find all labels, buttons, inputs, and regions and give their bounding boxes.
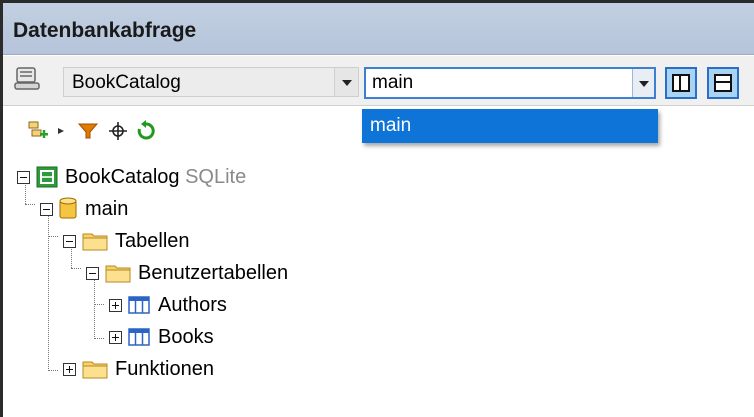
tree-node-label: main <box>85 198 129 220</box>
layout-split-horizontal-icon <box>714 74 732 92</box>
tree-node-label: Benutzertabellen <box>138 262 289 284</box>
tree-node-tables[interactable]: Tabellen <box>3 227 263 257</box>
schema-icon <box>59 197 77 219</box>
connection-toolbar: BookCatalog main <box>3 56 754 106</box>
tree-node-label: Authors <box>158 294 227 316</box>
folder-icon <box>82 361 108 379</box>
sqlite-connection-icon <box>36 166 58 188</box>
tree-node-user-tables[interactable]: Benutzertabellen <box>3 259 343 289</box>
table-icon <box>128 328 150 346</box>
database-tree: BookCatalog SQLite main Tabellen Benutze… <box>3 155 754 417</box>
tree-node-authors[interactable]: Authors <box>3 291 283 321</box>
layout-horizontal-button[interactable] <box>707 67 739 99</box>
chevron-down-icon[interactable] <box>334 68 358 96</box>
expand-icon[interactable] <box>109 299 122 312</box>
tree-node-label: BookCatalog SQLite <box>65 166 246 189</box>
collapse-icon[interactable] <box>40 203 53 216</box>
filter-icon[interactable] <box>77 120 99 142</box>
folder-icon <box>105 265 131 283</box>
schema-dropdown-list[interactable]: main <box>362 109 658 143</box>
locate-icon[interactable] <box>107 120 129 142</box>
collapse-icon[interactable] <box>63 235 76 248</box>
tree-node-functions[interactable]: Funktionen <box>3 355 283 385</box>
expand-icon[interactable] <box>109 331 122 344</box>
tree-node-bookcatalog[interactable]: BookCatalog SQLite <box>3 163 323 193</box>
schema-option[interactable]: main <box>370 115 411 137</box>
refresh-icon[interactable] <box>135 120 157 142</box>
layout-split-vertical-icon <box>672 74 690 92</box>
datasource-value: BookCatalog <box>72 72 181 93</box>
datasource-select[interactable]: BookCatalog <box>63 67 359 97</box>
tree-node-books[interactable]: Books <box>3 323 263 353</box>
schema-select[interactable]: main <box>364 67 656 99</box>
tree-node-label: Funktionen <box>115 358 214 380</box>
connection-type: SQLite <box>185 166 247 188</box>
database-query-window: Datenbankabfrage BookCatalog main main B… <box>0 0 754 417</box>
collapse-icon[interactable] <box>86 267 99 280</box>
table-icon <box>128 296 150 314</box>
tree-node-label: Tabellen <box>115 230 190 252</box>
datasource-icon <box>14 67 40 90</box>
folder-icon <box>82 233 108 251</box>
tree-node-label: Books <box>158 326 214 348</box>
layout-vertical-button[interactable] <box>665 67 697 99</box>
connection-name: BookCatalog <box>65 166 180 188</box>
title-bar: Datenbankabfrage <box>3 3 754 55</box>
tree-node-main[interactable]: main <box>3 195 203 225</box>
play-small-icon[interactable] <box>55 120 67 142</box>
schema-value: main <box>372 72 414 93</box>
chevron-down-icon[interactable] <box>632 69 654 97</box>
collapse-icon[interactable] <box>17 171 30 184</box>
expand-icon[interactable] <box>63 363 76 376</box>
window-title: Datenbankabfrage <box>13 19 197 42</box>
add-object-icon[interactable] <box>27 120 49 142</box>
